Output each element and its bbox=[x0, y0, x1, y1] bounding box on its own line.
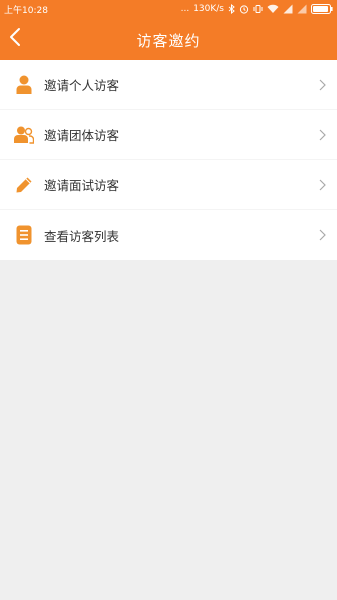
network-speed: 130K/s bbox=[193, 4, 224, 14]
page-title: 访客邀约 bbox=[136, 32, 201, 50]
list-icon bbox=[14, 225, 34, 245]
pencil-icon bbox=[14, 175, 34, 195]
menu-item-invite-individual[interactable]: 邀请个人访客 bbox=[0, 60, 337, 110]
group-icon bbox=[14, 125, 34, 145]
person-icon bbox=[14, 75, 34, 95]
nav-bar: 访客邀约 bbox=[0, 18, 337, 60]
bluetooth-icon bbox=[228, 4, 235, 14]
menu-list: 邀请个人访客 邀请团体访客 邀请面试访客 查看访客列表 bbox=[0, 60, 337, 260]
status-bar: 上午10:28 ... 130K/s bbox=[0, 0, 337, 18]
menu-item-label: 邀请团体访客 bbox=[44, 128, 120, 143]
signal-icon-2 bbox=[297, 4, 307, 14]
menu-item-label: 邀请个人访客 bbox=[44, 78, 120, 93]
menu-item-label: 查看访客列表 bbox=[44, 228, 120, 244]
menu-item-view-visitor-list[interactable]: 查看访客列表 bbox=[0, 210, 337, 260]
chevron-right-icon bbox=[317, 228, 327, 242]
status-icons: ... 130K/s bbox=[181, 2, 333, 16]
chevron-right-icon bbox=[317, 128, 327, 142]
status-dots: ... bbox=[180, 4, 190, 14]
chevron-right-icon bbox=[317, 178, 327, 192]
wifi-icon bbox=[267, 4, 279, 14]
chevron-right-icon bbox=[317, 78, 327, 92]
battery-icon bbox=[311, 4, 333, 14]
menu-item-label: 邀请面试访客 bbox=[44, 178, 120, 193]
status-time: 上午10:28 bbox=[4, 6, 48, 16]
menu-item-invite-interview[interactable]: 邀请面试访客 bbox=[0, 160, 337, 210]
vibrate-icon bbox=[253, 4, 263, 14]
signal-icon bbox=[283, 4, 293, 14]
header: 上午10:28 ... 130K/s 访客邀约 bbox=[0, 0, 337, 60]
alarm-icon bbox=[239, 4, 249, 14]
menu-item-invite-group[interactable]: 邀请团体访客 bbox=[0, 110, 337, 160]
